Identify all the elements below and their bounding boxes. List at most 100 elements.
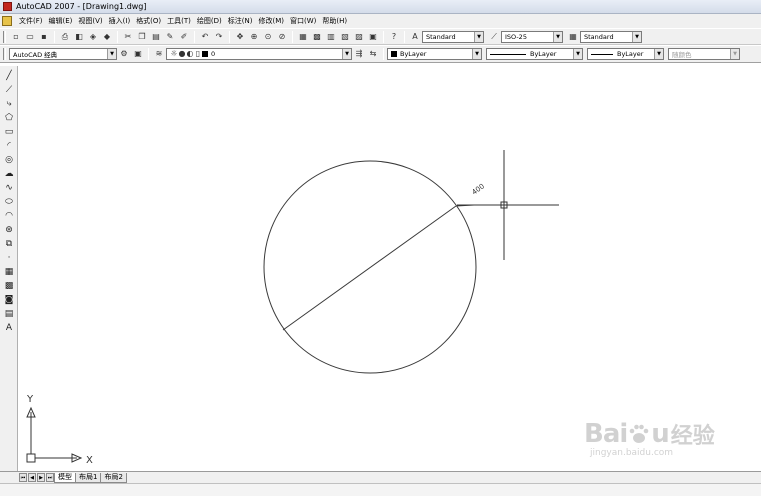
markup-icon[interactable]: ▨ [353, 31, 365, 43]
layer-vp-freeze-icon[interactable]: ◐ [186, 49, 194, 59]
circle-icon[interactable]: ◎ [2, 154, 16, 166]
properties-icon[interactable]: ▦ [297, 31, 309, 43]
dimension-style-select[interactable]: ISO-25 ▼ [501, 30, 563, 43]
help-icon[interactable]: ? [388, 31, 400, 43]
hatch-icon[interactable]: ▦ [2, 266, 16, 278]
tab-layout1[interactable]: 布局1 [75, 472, 102, 483]
menu-draw[interactable]: 绘图(D) [194, 16, 225, 26]
rectangle-icon[interactable]: ▭ [2, 126, 16, 138]
text-style-icon[interactable]: A [409, 31, 421, 43]
new-icon[interactable]: ▫ [10, 31, 22, 43]
menu-tools[interactable]: 工具(T) [164, 16, 194, 26]
save-icon[interactable]: ▪ [38, 31, 50, 43]
autocad-app-icon[interactable] [3, 2, 12, 11]
menu-modify[interactable]: 修改(M) [255, 16, 287, 26]
workspace-select[interactable]: AutoCAD 经典 ▼ [9, 48, 117, 60]
menu-window[interactable]: 窗口(W) [287, 16, 319, 26]
drawing-canvas[interactable]: 400 Y X [19, 64, 761, 471]
line-icon[interactable]: ╱ [2, 70, 16, 82]
chevron-down-icon[interactable]: ▼ [474, 31, 483, 42]
lineweight-select[interactable]: ByLayer ▼ [587, 48, 664, 60]
zoom-previous-icon[interactable]: ⊘ [276, 31, 288, 43]
diameter-line[interactable] [282, 205, 457, 331]
tool-palettes-icon[interactable]: ▥ [325, 31, 337, 43]
undo-icon[interactable]: ↶ [199, 31, 211, 43]
chevron-down-icon[interactable]: ▼ [730, 49, 739, 59]
workspace-settings-icon[interactable]: ⚙ [118, 48, 130, 60]
drawn-circle[interactable] [263, 160, 477, 374]
table-icon[interactable]: ▤ [2, 308, 16, 320]
chevron-down-icon[interactable]: ▼ [654, 49, 663, 59]
insert-block-icon[interactable]: ⊛ [2, 224, 16, 236]
layer-lock-icon[interactable]: ▯ [194, 49, 202, 59]
table-style-icon[interactable]: ▦ [567, 31, 579, 43]
print-icon[interactable]: ⎙ [59, 31, 71, 43]
drawing-svg[interactable]: 400 Y X [19, 64, 761, 471]
toolbar-grip[interactable] [3, 48, 6, 60]
toolbar-grip[interactable] [3, 30, 6, 43]
zoom-realtime-icon[interactable]: ⊕ [248, 31, 260, 43]
make-block-icon[interactable]: ⧉ [2, 238, 16, 250]
polyline-icon[interactable]: ⤷ [2, 98, 16, 110]
previous-tab-icon[interactable]: ◀ [28, 473, 36, 482]
layer-manager-icon[interactable]: ≋ [153, 48, 165, 60]
make-object-layer-current-icon[interactable]: ⇶ [353, 48, 365, 60]
color-select[interactable]: ByLayer ▼ [387, 48, 482, 60]
tab-layout2[interactable]: 布局2 [100, 472, 127, 483]
sheet-set-icon[interactable]: ▧ [339, 31, 351, 43]
arc-icon[interactable]: ◜ [2, 140, 16, 152]
plotstyle-select[interactable]: 随颜色 ▼ [668, 48, 740, 60]
polygon-icon[interactable]: ⬠ [2, 112, 16, 124]
next-tab-icon[interactable]: ▶ [37, 473, 45, 482]
cut-icon[interactable]: ✂ [122, 31, 134, 43]
redo-icon[interactable]: ↷ [213, 31, 225, 43]
open-icon[interactable]: ▭ [24, 31, 36, 43]
menu-format[interactable]: 格式(O) [133, 16, 164, 26]
paste-icon[interactable]: ▤ [150, 31, 162, 43]
layer-freeze-icon[interactable]: ● [178, 49, 186, 59]
chevron-down-icon[interactable]: ▼ [553, 31, 562, 42]
chevron-down-icon[interactable]: ▼ [342, 49, 351, 59]
quickcalc-icon[interactable]: ▣ [367, 31, 379, 43]
table-style-select[interactable]: Standard ▼ [580, 30, 642, 43]
design-center-icon[interactable]: ▩ [311, 31, 323, 43]
first-tab-icon[interactable]: ⏮ [19, 473, 27, 482]
ellipse-arc-icon[interactable]: ◠ [2, 210, 16, 222]
match-properties-icon[interactable]: ✎ [164, 31, 176, 43]
chevron-down-icon[interactable]: ▼ [632, 31, 641, 42]
menu-file[interactable]: 文件(F) [16, 16, 46, 26]
menu-dimension[interactable]: 标注(N) [225, 16, 256, 26]
menu-edit[interactable]: 编辑(E) [46, 16, 76, 26]
gradient-icon[interactable]: ▩ [2, 280, 16, 292]
layer-on-icon[interactable]: ☼ [170, 49, 178, 59]
multiline-text-icon[interactable]: A [2, 322, 16, 334]
linetype-select[interactable]: ByLayer ▼ [486, 48, 583, 60]
workspace-save-icon[interactable]: ▣ [132, 48, 144, 60]
last-tab-icon[interactable]: ⏭ [46, 473, 54, 482]
menu-help[interactable]: 帮助(H) [319, 16, 350, 26]
chevron-down-icon[interactable]: ▼ [107, 49, 116, 59]
chevron-down-icon[interactable]: ▼ [472, 49, 481, 59]
point-icon[interactable]: · [2, 252, 16, 264]
document-icon[interactable] [2, 16, 12, 26]
menu-view[interactable]: 视图(V) [75, 16, 105, 26]
revision-cloud-icon[interactable]: ☁ [2, 168, 16, 180]
layer-select[interactable]: ☼ ● ◐ ▯ 0 ▼ [166, 48, 352, 60]
dimension-style-icon[interactable]: ⟋ [488, 31, 500, 43]
tab-model[interactable]: 模型 [54, 472, 76, 483]
pan-icon[interactable]: ✥ [234, 31, 246, 43]
3d-publish-icon[interactable]: ◆ [101, 31, 113, 43]
ellipse-icon[interactable]: ⬭ [2, 196, 16, 208]
chevron-down-icon[interactable]: ▼ [573, 49, 582, 59]
command-line[interactable] [0, 483, 761, 496]
block-editor-icon[interactable]: ✐ [178, 31, 190, 43]
construction-line-icon[interactable]: ⟋ [2, 84, 16, 96]
text-style-select[interactable]: Standard ▼ [422, 30, 484, 43]
menu-insert[interactable]: 插入(I) [106, 16, 134, 26]
spline-icon[interactable]: ∿ [2, 182, 16, 194]
publish-icon[interactable]: ◈ [87, 31, 99, 43]
print-preview-icon[interactable]: ◧ [73, 31, 85, 43]
copy-icon[interactable]: ❐ [136, 31, 148, 43]
region-icon[interactable]: ◙ [2, 294, 16, 306]
layer-previous-icon[interactable]: ⇆ [367, 48, 379, 60]
